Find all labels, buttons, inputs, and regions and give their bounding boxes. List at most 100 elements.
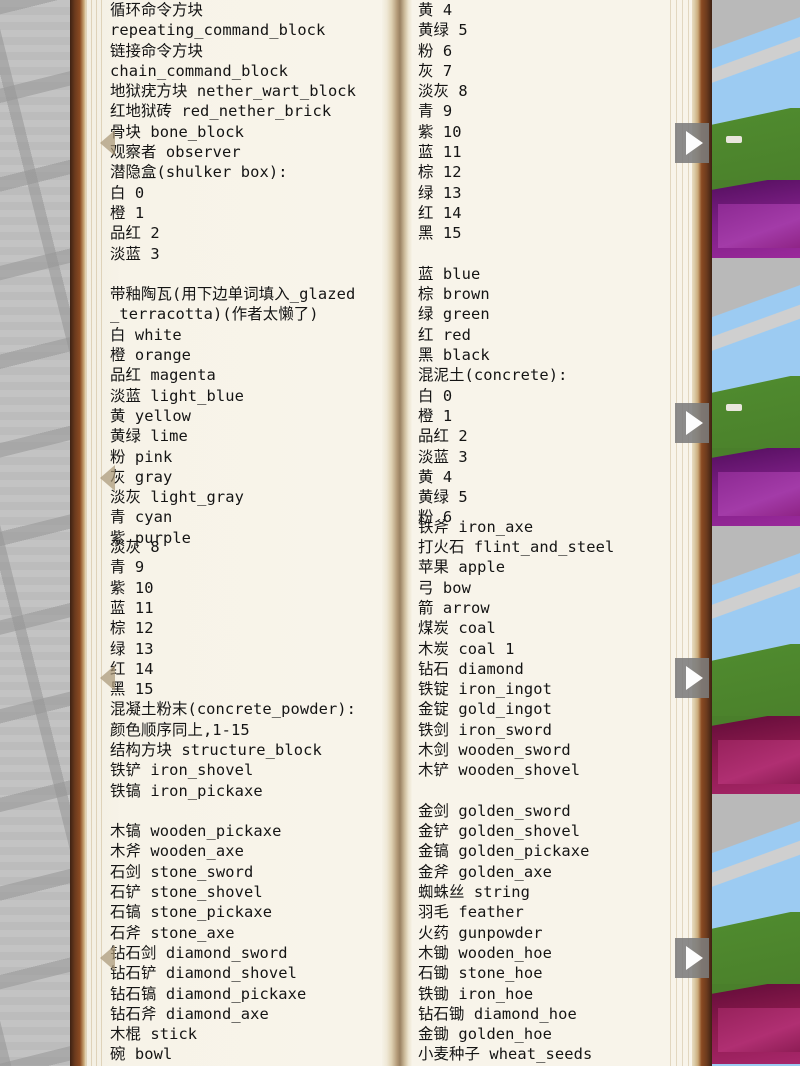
book-text-line: 橙 1 xyxy=(110,203,145,222)
book-text-line: 小麦种子 wheat_seeds xyxy=(418,1045,593,1064)
book-text-line: 绿 13 xyxy=(418,183,462,202)
book-text-line: 棕 12 xyxy=(110,619,154,638)
book-text-line: 红 14 xyxy=(110,659,154,678)
book-text-line: 黄绿 5 xyxy=(418,488,468,507)
page-spacer xyxy=(418,244,718,264)
book-text-line: 红 red xyxy=(418,325,471,344)
purple-block-top xyxy=(718,472,800,516)
next-page-button-1[interactable] xyxy=(675,123,709,163)
book-page-left-column: 循环命令方块 repeating_command_block 链接命令方块 chain… xyxy=(110,0,410,1066)
stone-wall-backdrop-left xyxy=(0,0,78,1066)
book-text-line: 金铲 golden_shovel xyxy=(418,822,581,841)
next-page-button-3[interactable] xyxy=(675,658,709,698)
book-text-line: 带釉陶瓦(用下边单词填入_glazed xyxy=(110,285,356,304)
world-tile xyxy=(712,258,800,528)
book-text-line: 石镐 stone_pickaxe xyxy=(110,903,273,922)
book-text-line: 羽毛 feather xyxy=(418,903,524,922)
book-text-line: 蓝 11 xyxy=(418,143,462,162)
book-text-line: 橙 1 xyxy=(418,406,453,425)
book-text-line: _terracotta)(作者太懒了) xyxy=(110,305,319,324)
book-text-line: 弓 bow xyxy=(418,578,471,597)
book-text-line: 红 14 xyxy=(418,203,462,222)
book-text-line: 淡蓝 3 xyxy=(110,244,160,263)
book-text-line: 木斧 wooden_axe xyxy=(110,842,245,861)
next-page-button-2[interactable] xyxy=(675,403,709,443)
book-text-line: 粉 6 xyxy=(418,41,453,60)
book-text-line: 黄 yellow xyxy=(110,406,192,425)
book-cover-edge-left xyxy=(70,0,86,1066)
book-text-line: 链接命令方块 xyxy=(110,41,203,60)
book-text-line: 蓝 11 xyxy=(110,598,154,617)
book-text-line: 粉 pink xyxy=(110,447,173,466)
book-text-line: 淡蓝 light_blue xyxy=(110,386,245,405)
previous-page-button-2[interactable] xyxy=(96,465,118,491)
book-text-line: 木炭 coal 1 xyxy=(418,639,515,658)
book-text-line: 紫 10 xyxy=(110,578,154,597)
book-text-line: 紫 10 xyxy=(418,122,462,141)
book-text-line: 苹果 apple xyxy=(418,558,506,577)
previous-page-button-4[interactable] xyxy=(96,945,118,971)
book-text-line: 白 0 xyxy=(110,183,145,202)
stone-structure xyxy=(712,0,800,98)
book-page-right-column: 黄 4 黄绿 5粉 6灰 7 淡灰 8青 9紫 10 蓝 11 棕 12 绿 13 红 14… xyxy=(418,0,718,1066)
book-text-line: 灰 gray xyxy=(110,467,173,486)
sheep-entity xyxy=(726,404,742,411)
book-text-line: 白 0 xyxy=(418,386,453,405)
triangle-left-icon xyxy=(99,945,115,971)
stone-structure xyxy=(712,526,800,634)
next-page-button-4[interactable] xyxy=(675,938,709,978)
book-text-line: 金锄 golden_hoe xyxy=(418,1025,553,1044)
purple-block-top xyxy=(718,1008,800,1052)
book-text-line: 木锄 wooden_hoe xyxy=(418,943,553,962)
purple-block-top xyxy=(718,740,800,784)
book-text-line: 红地狱砖 red_nether_brick xyxy=(110,102,332,121)
book-text-line: 淡灰 8 xyxy=(418,82,468,101)
triangle-left-icon xyxy=(99,130,115,156)
book-text-line: 铁铲 iron_shovel xyxy=(110,761,254,780)
book-text-line: 灰 7 xyxy=(418,61,453,80)
written-book: 循环命令方块 repeating_command_block 链接命令方块 chain… xyxy=(70,0,712,1066)
book-text-line: 品红 2 xyxy=(110,224,160,243)
book-text-line: 黄 4 xyxy=(418,1,453,19)
book-text-line: 青 9 xyxy=(418,102,453,121)
book-text-line: 钻石剑 diamond_sword xyxy=(110,943,288,962)
book-text-line: 淡灰 light_gray xyxy=(110,488,245,507)
book-text-line: 混凝土粉末(concrete_powder): xyxy=(110,700,357,719)
book-text-line: 观察者 observer xyxy=(110,143,241,162)
book-text-line: 青 9 xyxy=(110,558,145,577)
book-text-line: 石斧 stone_axe xyxy=(110,923,235,942)
world-scenery-right xyxy=(712,0,800,1066)
book-text-line: 淡灰 8 xyxy=(110,538,160,557)
triangle-right-icon xyxy=(685,131,703,155)
book-text-line: 白 white xyxy=(110,325,182,344)
book-text-line: 颜色顺序同上,1-15 xyxy=(110,720,250,739)
book-text-line: 结构方块 structure_block xyxy=(110,740,322,759)
book-text-line: 黑 black xyxy=(418,346,490,365)
page-spacer xyxy=(110,264,410,284)
previous-page-button-1[interactable] xyxy=(96,130,118,156)
book-text-line: 煤炭 coal xyxy=(418,619,496,638)
book-text-line: 潜隐盒(shulker box): xyxy=(110,163,288,182)
book-text-line: 钻石 diamond xyxy=(418,659,524,678)
book-text-line: 钻石斧 diamond_axe xyxy=(110,1004,269,1023)
book-text-line: 铁斧 iron_axe xyxy=(418,517,534,536)
previous-page-button-3[interactable] xyxy=(96,665,118,691)
book-text-line: 棕 brown xyxy=(418,285,490,304)
book-text-line: 木棍 stick xyxy=(110,1025,198,1044)
triangle-left-icon xyxy=(99,465,115,491)
book-text-line: 打火石 flint_and_steel xyxy=(418,538,615,557)
purple-block-top xyxy=(718,204,800,248)
book-text-line: 铁锄 iron_hoe xyxy=(418,984,534,1003)
book-text-line: 箭 arrow xyxy=(418,598,490,617)
triangle-left-icon xyxy=(99,665,115,691)
book-text-line: 青 cyan xyxy=(110,508,173,527)
book-text-line: 地狱疣方块 nether_wart_block xyxy=(110,82,357,101)
book-text-line: 石铲 stone_shovel xyxy=(110,883,263,902)
book-text-line: 铁镐 iron_pickaxe xyxy=(110,781,263,800)
book-text-line: 品红 2 xyxy=(418,427,468,446)
book-text-line: 蜘蛛丝 string xyxy=(418,883,531,902)
book-text-line: 石锄 stone_hoe xyxy=(418,964,543,983)
triangle-right-icon xyxy=(685,946,703,970)
book-text-line: 蓝 blue xyxy=(418,264,481,283)
book-text-line: 黄绿 5 xyxy=(418,21,468,40)
